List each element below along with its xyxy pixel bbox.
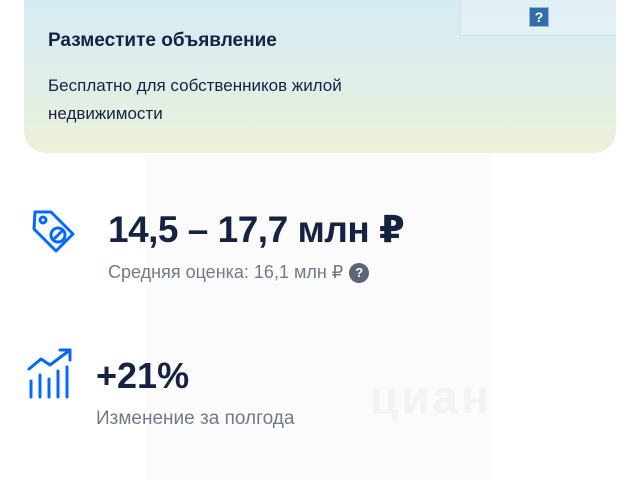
question-icon[interactable]: ?	[349, 262, 370, 283]
average-estimate: Средняя оценка: 16,1 млн ₽ ?	[108, 262, 370, 283]
promo-text: Бесплатно для собственников жилой недвиж…	[48, 76, 342, 123]
watermark-logo: циан	[370, 371, 492, 423]
help-icon[interactable]: ?	[529, 7, 549, 27]
growth-value: +21%	[96, 355, 190, 396]
watermark-area	[146, 150, 492, 480]
price-range: 14,5 – 17,7 млн ₽	[108, 209, 405, 250]
growth-chart-icon	[27, 348, 72, 399]
help-box[interactable]: ?	[460, 0, 616, 36]
price-tag-icon	[32, 210, 75, 253]
growth-label: Изменение за полгода	[96, 408, 295, 429]
promo-card[interactable]: ? Разместите объявление Бесплатно для со…	[24, 0, 616, 153]
average-estimate-text: Средняя оценка: 16,1 млн ₽	[108, 262, 344, 282]
promo-title: Разместите объявление	[48, 30, 277, 51]
